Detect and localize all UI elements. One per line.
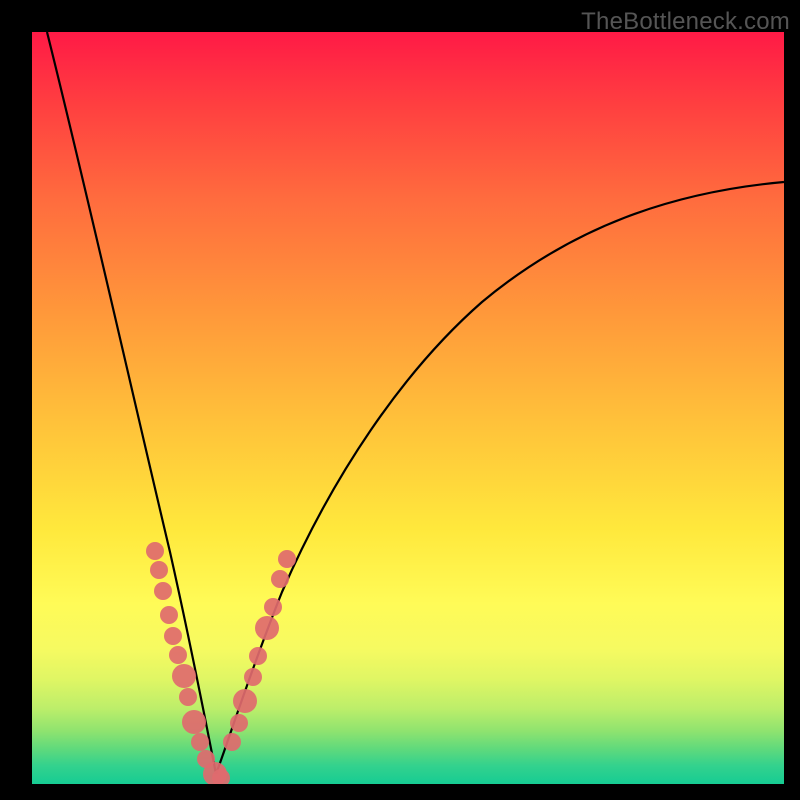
bottleneck-curve-right	[216, 182, 784, 774]
curve-markers-right	[223, 550, 296, 751]
curve-markers-left	[146, 542, 230, 784]
curve-layer	[32, 32, 784, 784]
chart-root: TheBottleneck.com	[0, 0, 800, 800]
watermark-text: TheBottleneck.com	[581, 8, 790, 36]
plot-area	[32, 32, 784, 784]
bottleneck-curve-left	[47, 32, 216, 774]
